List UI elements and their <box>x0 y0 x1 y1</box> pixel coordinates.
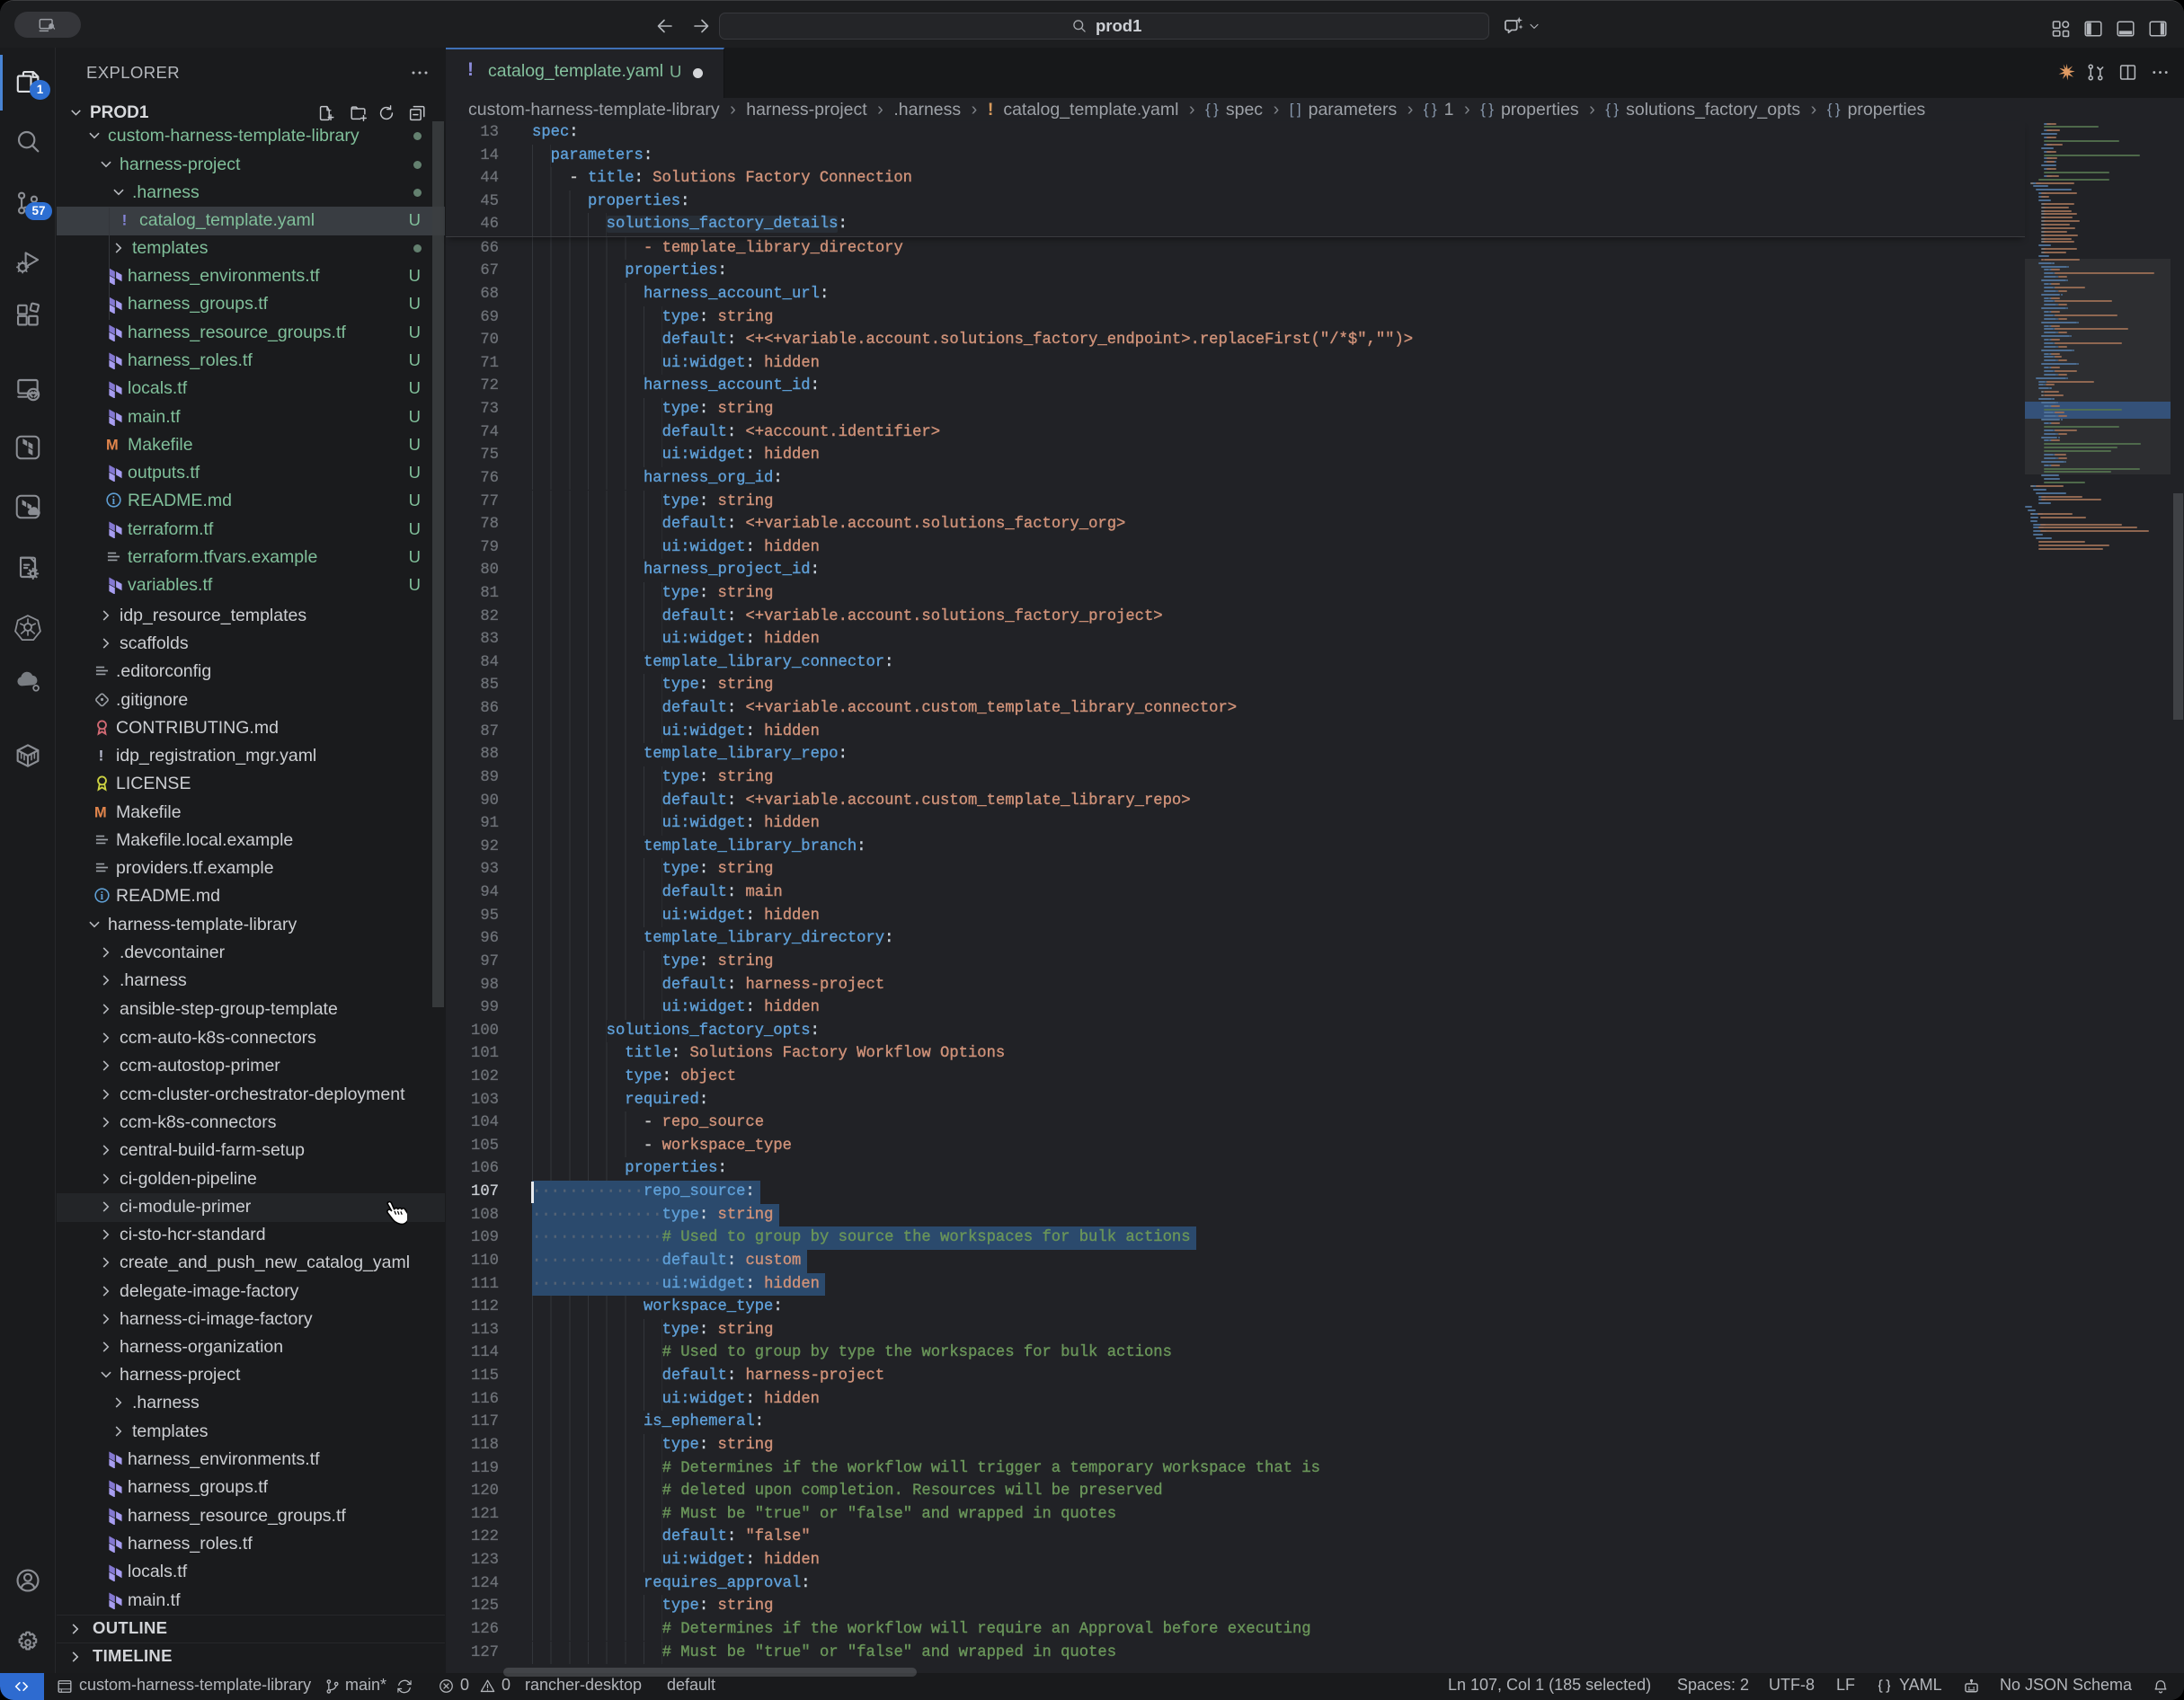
svg-text:i: i <box>101 890 104 903</box>
svg-text:M: M <box>94 805 107 821</box>
svg-text:i: i <box>112 495 116 508</box>
svg-text:!: ! <box>122 212 128 229</box>
svg-text:!: ! <box>99 748 104 765</box>
svg-text:M: M <box>106 438 119 454</box>
